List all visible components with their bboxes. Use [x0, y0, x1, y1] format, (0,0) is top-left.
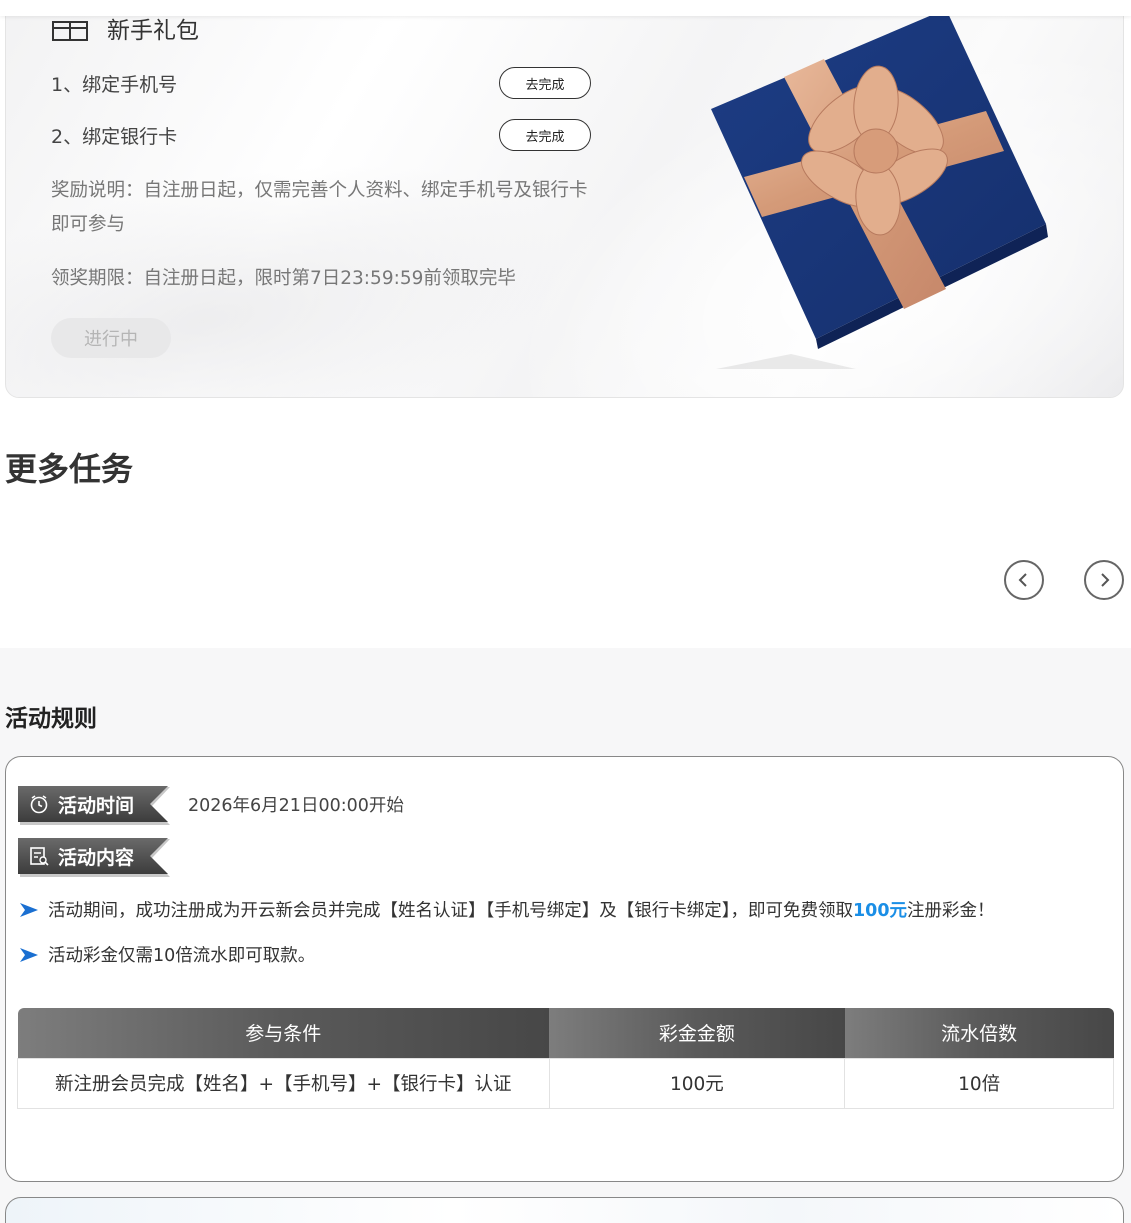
arrow-right-icon	[20, 947, 38, 962]
activity-content-label: 活动内容	[58, 846, 135, 869]
rule-text-2: 活动彩金仅需10倍流水即可取款。	[48, 946, 316, 966]
activity-content-tag: 活动内容	[18, 838, 168, 874]
table-cell-turnover: 10倍	[844, 1057, 1114, 1109]
table-cell-amount: 100元	[548, 1057, 846, 1109]
gift-icon	[52, 21, 88, 41]
next-rules-card	[5, 1197, 1124, 1223]
table-header-amount: 彩金金额	[549, 1008, 845, 1058]
table-header-row: 参与条件 彩金金额 流水倍数	[17, 1008, 1114, 1058]
reward-description: 奖励说明：自注册日起，仅需完善个人资料、绑定手机号及银行卡即可参与	[51, 180, 588, 235]
task-row-bind-card: 2、绑定银行卡 去完成	[51, 119, 591, 151]
table-header-turnover: 流水倍数	[844, 1008, 1114, 1058]
activity-time-value: 2026年6月21日00:00开始	[188, 796, 404, 816]
task-label: 2、绑定银行卡	[51, 125, 178, 148]
table-cell-condition: 新注册会员完成【姓名】+【手机号】+【银行卡】认证	[17, 1057, 550, 1109]
table-header-condition: 参与条件	[17, 1008, 549, 1058]
complete-card-button[interactable]: 去完成	[499, 119, 591, 151]
rule-line-2: 活动彩金仅需10倍流水即可取款。	[20, 942, 315, 967]
gift-box-image	[711, 9, 1048, 369]
rules-table: 参与条件 彩金金额 流水倍数 新注册会员完成【姓名】+【手机号】+【银行卡】认证…	[17, 1008, 1114, 1109]
chevron-left-icon	[1018, 573, 1027, 587]
rules-title: 活动规则	[5, 706, 97, 732]
rules-card: 活动时间 2026年6月21日00:00开始 活动内容 活动期间，成功注册成为开…	[5, 756, 1124, 1182]
rule-text-1: 活动期间，成功注册成为开云新会员并完成【姓名认证】【手机号绑定】及【银行卡绑定】…	[48, 901, 995, 921]
gift-title-text: 新手礼包	[107, 18, 199, 44]
clock-icon	[30, 795, 48, 814]
gift-title: 新手礼包	[51, 11, 199, 45]
newbie-gift-card: 新手礼包 1、绑定手机号 去完成 2、绑定银行卡 去完成 奖励说明：自注册日起，…	[5, 0, 1124, 398]
rule-line-1: 活动期间，成功注册成为开云新会员并完成【姓名认证】【手机号绑定】及【银行卡绑定】…	[20, 897, 995, 922]
prev-button[interactable]	[1004, 560, 1044, 600]
in-progress-button: 进行中	[51, 318, 171, 358]
highlight-amount: 100元	[853, 901, 908, 921]
arrow-right-icon	[20, 902, 38, 917]
top-bar	[0, 0, 1131, 16]
document-search-icon	[30, 847, 49, 866]
task-row-bind-phone: 1、绑定手机号 去完成	[51, 67, 591, 99]
table-row: 新注册会员完成【姓名】+【手机号】+【银行卡】认证 100元 10倍	[17, 1057, 1114, 1109]
more-tasks-title: 更多任务	[5, 450, 134, 488]
chevron-right-icon	[1101, 573, 1110, 587]
activity-time-tag: 活动时间	[18, 786, 168, 822]
claim-deadline: 领奖期限：自注册日起，限时第7日23:59:59前领取完毕	[51, 268, 516, 289]
complete-phone-button[interactable]: 去完成	[499, 67, 591, 99]
next-button[interactable]	[1084, 560, 1124, 600]
activity-time-label: 活动时间	[58, 794, 135, 817]
task-label: 1、绑定手机号	[51, 73, 178, 96]
